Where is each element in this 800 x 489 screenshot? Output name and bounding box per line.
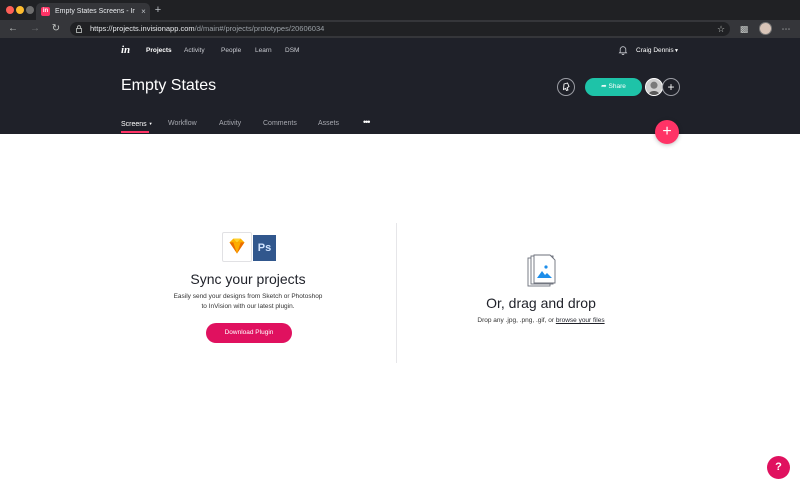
window-minimize-button[interactable] — [16, 6, 24, 14]
share-icon: ➦ — [601, 83, 607, 90]
tab-close-icon[interactable]: × — [139, 6, 148, 17]
tab-screens-label: Screens — [121, 120, 147, 128]
image-files-icon — [527, 254, 556, 287]
sync-description-line: Easily send your designs from Sketch or … — [173, 293, 323, 300]
more-icon[interactable]: ••• — [363, 118, 375, 128]
chevron-down-icon[interactable]: ▼ — [674, 46, 680, 56]
browser-profile-avatar[interactable] — [759, 22, 772, 35]
prototype-settings-button[interactable] — [557, 78, 575, 96]
avatar[interactable] — [645, 78, 663, 96]
browse-files-link[interactable]: browse your files — [556, 317, 605, 324]
topnav-projects[interactable]: Projects — [146, 46, 172, 56]
new-tab-icon[interactable]: + — [152, 4, 164, 16]
app-window: in Empty States Screens - InVision × + ←… — [0, 0, 800, 489]
chevron-down-icon: ▼ — [148, 121, 153, 126]
active-tab-indicator — [121, 131, 149, 133]
url-text: https://projects.invisionapp.com/d/main#… — [90, 24, 324, 34]
url-path: /d/main#/projects/prototypes/20606034 — [194, 24, 325, 33]
tab-title: Empty States Screens - InVision — [55, 8, 135, 15]
reload-icon[interactable]: ↻ — [49, 22, 63, 36]
url-domain: https://projects.invisionapp.com — [90, 24, 195, 33]
browser-menu-icon[interactable]: ⋯ — [779, 22, 793, 36]
topnav-activity[interactable]: Activity — [184, 46, 205, 56]
drag-drop-description: Drop any .jpg, .png, .gif, or browse you… — [441, 316, 641, 326]
tab-workflow[interactable]: Workflow — [168, 119, 197, 129]
lock-icon — [76, 25, 82, 33]
bell-icon[interactable] — [618, 45, 628, 55]
topnav-learn[interactable]: Learn — [255, 46, 272, 56]
add-member-button[interactable]: + — [662, 78, 680, 96]
forward-arrow-icon[interactable]: → — [28, 22, 42, 36]
tab-screens[interactable]: Screens ▼ — [121, 119, 153, 129]
address-bar[interactable]: https://projects.invisionapp.com/d/main#… — [70, 22, 730, 36]
invision-favicon-icon: in — [41, 7, 50, 16]
add-screen-button[interactable]: + — [655, 120, 679, 144]
column-divider — [396, 223, 397, 363]
photoshop-icon: Ps — [253, 235, 276, 261]
sync-description-line: to InVision with our latest plugin. — [201, 303, 295, 310]
tab-assets[interactable]: Assets — [318, 119, 339, 129]
sketch-diamond-icon — [229, 238, 245, 254]
browser-tab[interactable]: in Empty States Screens - InVision × — [36, 3, 150, 20]
page-title: Empty States — [121, 77, 217, 94]
plugin-icons: Ps — [222, 232, 276, 262]
browser-tab-bar: in Empty States Screens - InVision × + — [0, 0, 800, 20]
topnav-people[interactable]: People — [221, 46, 241, 56]
sync-title: Sync your projects — [190, 271, 306, 287]
invision-logo[interactable]: in — [121, 43, 133, 57]
extensions-icon[interactable]: ▩ — [737, 22, 751, 36]
user-avatar-image — [646, 79, 662, 95]
help-icon[interactable]: ? — [767, 456, 790, 479]
window-close-button[interactable] — [6, 6, 14, 14]
tab-activity[interactable]: Activity — [219, 119, 241, 129]
browser-toolbar: ← → ↻ https://projects.invisionapp.com/d… — [0, 20, 800, 38]
pin-icon — [562, 82, 570, 92]
user-menu-name[interactable]: Craig Dennis — [636, 46, 674, 56]
bookmark-star-icon[interactable]: ☆ — [715, 23, 727, 35]
share-button-label: Share — [608, 83, 626, 90]
share-button[interactable]: ➦ Share — [585, 78, 642, 96]
sketch-icon — [222, 232, 252, 262]
window-maximize-button[interactable] — [26, 6, 34, 14]
app-header: in Projects Activity People Learn DSM Cr… — [0, 38, 800, 134]
drag-drop-title: Or, drag and drop — [486, 295, 596, 311]
download-plugin-button[interactable]: Download Plugin — [206, 323, 292, 343]
topnav-dsm[interactable]: DSM — [285, 46, 299, 56]
drop-text: Drop any .jpg, .png, .gif, or — [477, 317, 556, 324]
sync-description: Easily send your designs from Sketch or … — [148, 292, 348, 312]
tab-comments[interactable]: Comments — [263, 119, 297, 129]
back-arrow-icon[interactable]: ← — [6, 22, 20, 36]
